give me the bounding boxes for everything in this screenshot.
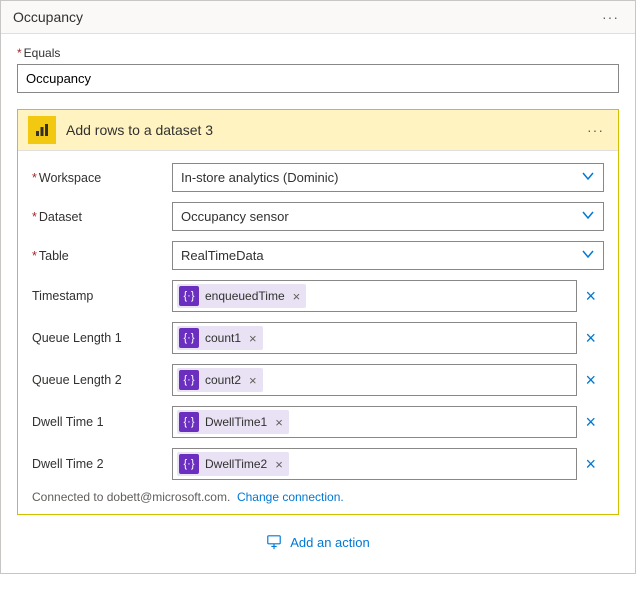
table-row: Queue Length 2 {·} count2 × ×	[32, 364, 604, 396]
token-label: DwellTime2	[205, 457, 267, 471]
token-remove-icon[interactable]: ×	[249, 373, 257, 388]
queue1-label: Queue Length 1	[32, 331, 172, 345]
token-remove-icon[interactable]: ×	[275, 415, 283, 430]
clear-field-icon[interactable]: ×	[577, 412, 604, 433]
workspace-value: In-store analytics (Dominic)	[181, 170, 339, 185]
condition-card: Occupancy ··· Equals Add rows to a datas…	[0, 0, 636, 574]
token[interactable]: {·} DwellTime1 ×	[177, 410, 289, 434]
card-title: Occupancy	[13, 9, 83, 25]
add-action-icon	[266, 533, 282, 551]
queue2-input[interactable]: {·} count2 ×	[172, 364, 577, 396]
chevron-down-icon	[581, 208, 595, 225]
equals-label: Equals	[17, 46, 619, 60]
token-remove-icon[interactable]: ×	[293, 289, 301, 304]
dynamic-content-icon: {·}	[179, 370, 199, 390]
dwell1-input[interactable]: {·} DwellTime1 ×	[172, 406, 577, 438]
dynamic-content-icon: {·}	[179, 328, 199, 348]
action-body: Workspace In-store analytics (Dominic) D…	[18, 151, 618, 514]
dwell2-input[interactable]: {·} DwellTime2 ×	[172, 448, 577, 480]
chevron-down-icon	[581, 169, 595, 186]
table-row: Timestamp {·} enqueuedTime × ×	[32, 280, 604, 312]
dynamic-content-icon: {·}	[179, 454, 199, 474]
connection-text: Connected to dobett@microsoft.com.	[32, 490, 230, 504]
card-header: Occupancy ···	[1, 1, 635, 34]
table-value: RealTimeData	[181, 248, 264, 263]
token[interactable]: {·} count2 ×	[177, 368, 263, 392]
clear-field-icon[interactable]: ×	[577, 286, 604, 307]
dataset-value: Occupancy sensor	[181, 209, 289, 224]
card-menu-icon[interactable]: ···	[598, 9, 623, 25]
add-action-button[interactable]: Add an action	[17, 515, 619, 557]
add-action-label: Add an action	[290, 535, 370, 550]
change-connection-link[interactable]: Change connection.	[237, 490, 344, 504]
dataset-select[interactable]: Occupancy sensor	[172, 202, 604, 231]
timestamp-label: Timestamp	[32, 289, 172, 303]
token-label: enqueuedTime	[205, 289, 285, 303]
token-label: DwellTime1	[205, 415, 267, 429]
clear-field-icon[interactable]: ×	[577, 328, 604, 349]
action-menu-icon[interactable]: ···	[583, 122, 608, 138]
table-select[interactable]: RealTimeData	[172, 241, 604, 270]
table-row: Dwell Time 2 {·} DwellTime2 × ×	[32, 448, 604, 480]
queue1-input[interactable]: {·} count1 ×	[172, 322, 577, 354]
token-remove-icon[interactable]: ×	[275, 457, 283, 472]
workspace-select[interactable]: In-store analytics (Dominic)	[172, 163, 604, 192]
dataset-label: Dataset	[32, 210, 172, 224]
queue2-label: Queue Length 2	[32, 373, 172, 387]
clear-field-icon[interactable]: ×	[577, 454, 604, 475]
table-label: Table	[32, 249, 172, 263]
action-card: Add rows to a dataset 3 ··· Workspace In…	[17, 109, 619, 515]
connection-info: Connected to dobett@microsoft.com. Chang…	[32, 490, 604, 504]
clear-field-icon[interactable]: ×	[577, 370, 604, 391]
token[interactable]: {·} count1 ×	[177, 326, 263, 350]
workspace-label: Workspace	[32, 171, 172, 185]
dynamic-content-icon: {·}	[179, 412, 199, 432]
equals-input[interactable]	[17, 64, 619, 93]
timestamp-input[interactable]: {·} enqueuedTime ×	[172, 280, 577, 312]
token[interactable]: {·} DwellTime2 ×	[177, 452, 289, 476]
table-row: Dwell Time 1 {·} DwellTime1 × ×	[32, 406, 604, 438]
token-label: count2	[205, 373, 241, 387]
dwell1-label: Dwell Time 1	[32, 415, 172, 429]
card-body: Equals Add rows to a dataset 3 ··· Works…	[1, 34, 635, 573]
action-header: Add rows to a dataset 3 ···	[18, 110, 618, 151]
table-row: Queue Length 1 {·} count1 × ×	[32, 322, 604, 354]
powerbi-icon	[28, 116, 56, 144]
dynamic-content-icon: {·}	[179, 286, 199, 306]
token-label: count1	[205, 331, 241, 345]
token[interactable]: {·} enqueuedTime ×	[177, 284, 306, 308]
dwell2-label: Dwell Time 2	[32, 457, 172, 471]
action-title: Add rows to a dataset 3	[66, 122, 583, 138]
chevron-down-icon	[581, 247, 595, 264]
token-remove-icon[interactable]: ×	[249, 331, 257, 346]
